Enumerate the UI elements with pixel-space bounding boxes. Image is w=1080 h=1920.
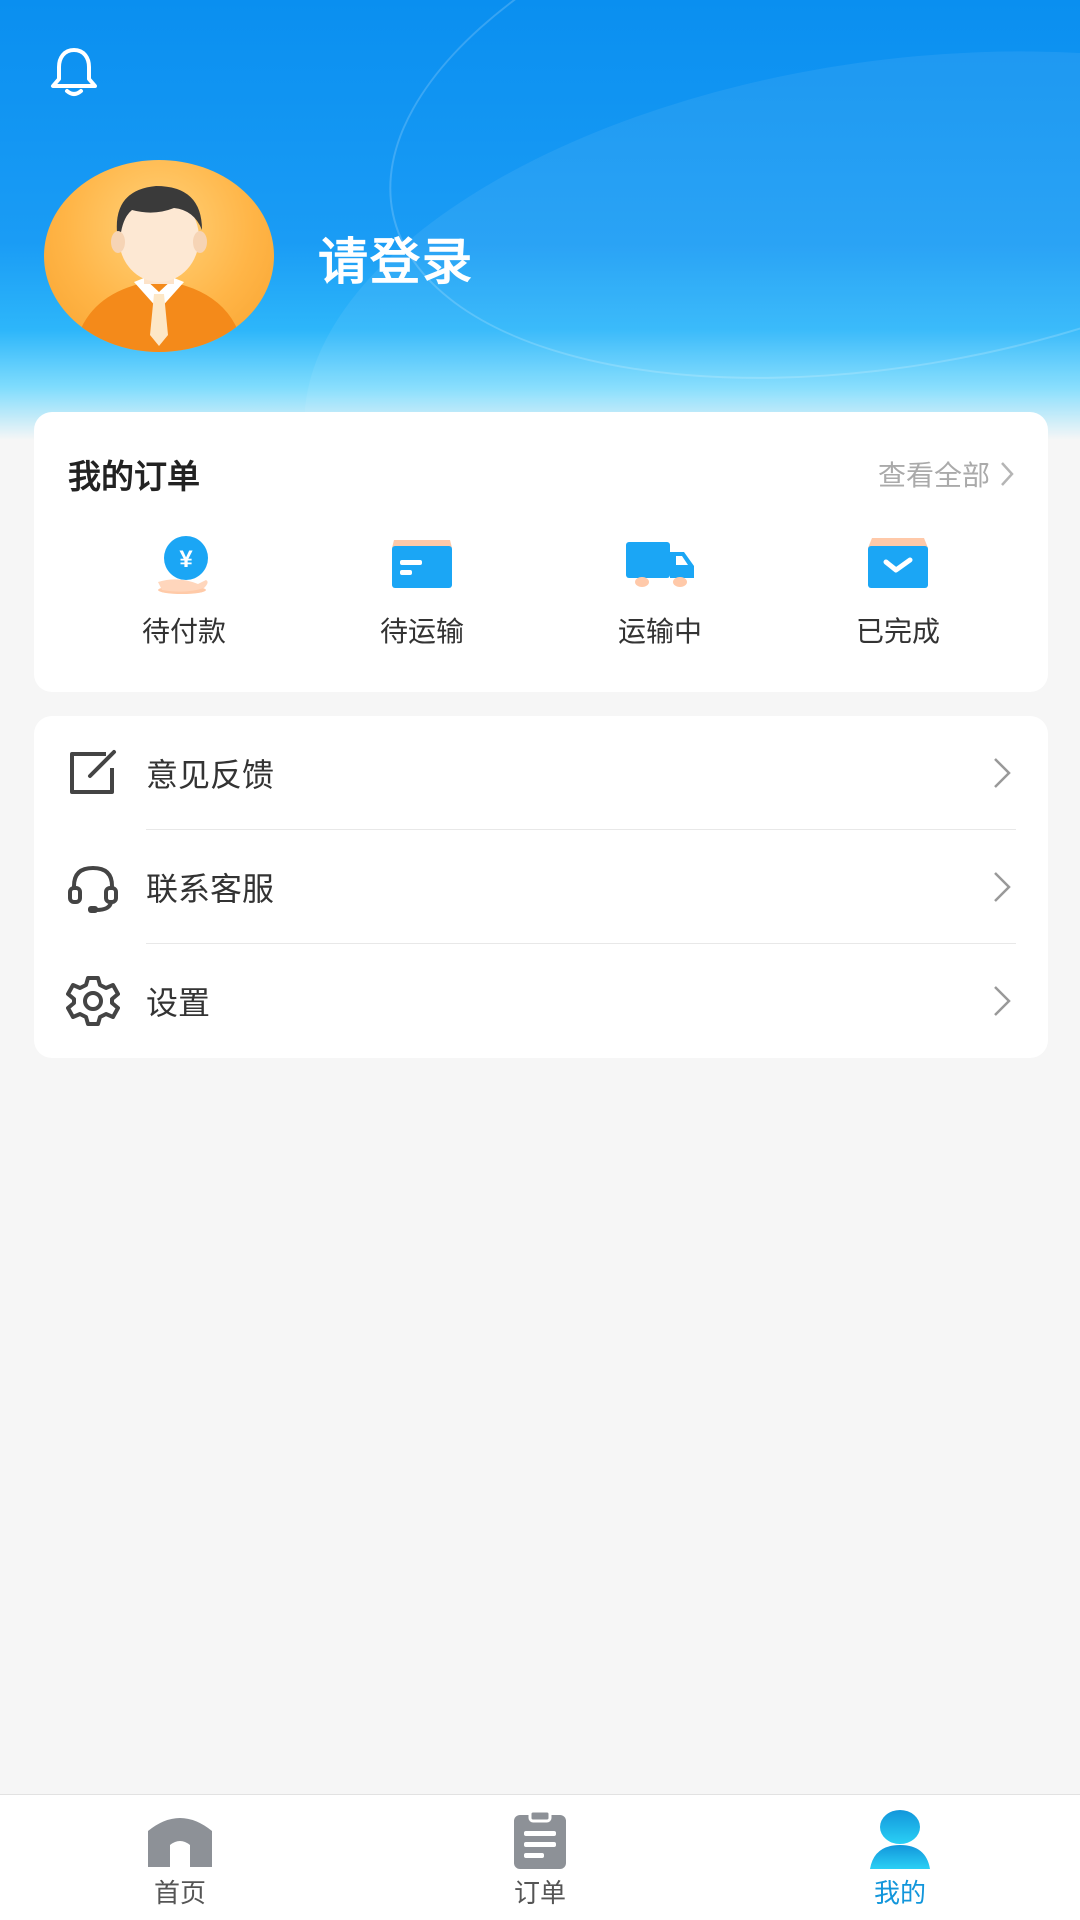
login-prompt[interactable]: 请登录 (318, 222, 474, 294)
menu-item-label: 意见反馈 (146, 756, 275, 794)
profile-icon (870, 1810, 930, 1869)
menu-item-customer-service[interactable]: 联系客服 (34, 830, 1048, 944)
menu-card: 意见反馈 联系客服 设置 (34, 716, 1048, 1058)
tab-orders[interactable]: 订单 (460, 1809, 620, 1910)
order-status-completed[interactable]: 已完成 (798, 532, 998, 650)
avatar[interactable] (44, 160, 274, 352)
payment-icon: ¥ (158, 536, 208, 594)
menu-item-label: 联系客服 (146, 870, 275, 908)
profile-header: 请登录 (0, 0, 1080, 440)
menu-item-settings[interactable]: 设置 (34, 944, 1048, 1058)
tab-label: 首页 (153, 1879, 206, 1909)
clipboard-icon (514, 1809, 566, 1869)
order-status-pending-payment[interactable]: ¥ 待付款 (84, 532, 284, 650)
order-status-pending-shipment[interactable]: 待运输 (322, 532, 522, 650)
order-status-label: 已完成 (855, 615, 940, 648)
orders-title: 我的订单 (68, 457, 200, 496)
headset-icon (68, 865, 118, 913)
svg-text:¥: ¥ (179, 546, 193, 573)
orders-card: 我的订单 查看全部 ¥ 待付款 待运输 运输中 已完成 (34, 412, 1048, 692)
home-icon (148, 1818, 212, 1867)
view-all-orders-link[interactable]: 查看全部 (878, 454, 1014, 494)
bottom-tab-bar: 首页 订单 我的 (0, 1794, 1080, 1920)
order-status-label: 待付款 (141, 615, 226, 648)
truck-icon (626, 542, 694, 587)
tab-label: 我的 (873, 1879, 926, 1909)
package-icon (392, 540, 452, 588)
chevron-right-icon (994, 986, 1011, 1016)
edit-icon (70, 750, 116, 794)
menu-item-feedback[interactable]: 意见反馈 (34, 716, 1048, 830)
order-status-in-transit[interactable]: 运输中 (560, 532, 760, 650)
gear-icon (66, 976, 120, 1026)
tab-label: 订单 (513, 1879, 566, 1909)
chevron-right-icon (994, 758, 1011, 788)
order-status-label: 待运输 (379, 615, 464, 648)
bell-icon[interactable] (46, 44, 102, 100)
completed-box-icon (868, 538, 928, 588)
tab-home[interactable]: 首页 (100, 1809, 260, 1910)
order-status-label: 运输中 (617, 615, 702, 648)
tab-mine[interactable]: 我的 (820, 1809, 980, 1910)
chevron-right-icon (994, 872, 1011, 902)
chevron-right-icon (1001, 462, 1014, 486)
user-avatar-icon (74, 186, 244, 352)
menu-item-label: 设置 (146, 984, 211, 1022)
view-all-label: 查看全部 (877, 459, 990, 492)
